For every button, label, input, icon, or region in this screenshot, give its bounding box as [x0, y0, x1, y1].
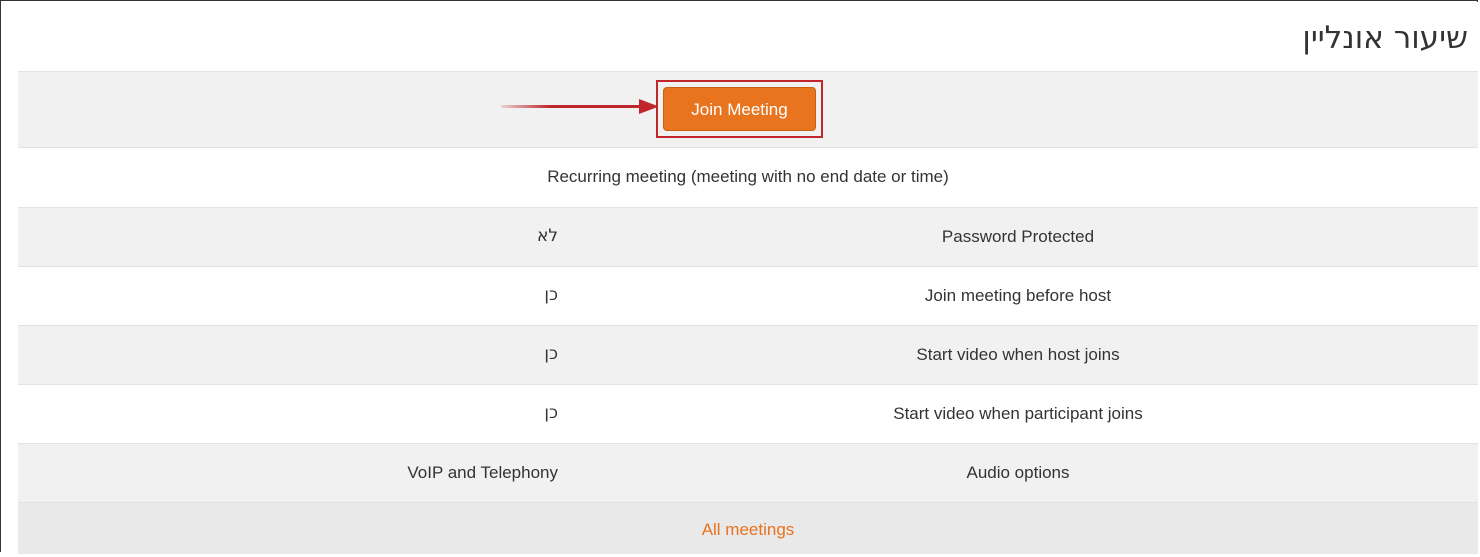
- join-meeting-button[interactable]: Join Meeting: [663, 87, 816, 131]
- setting-label: Password Protected: [941, 227, 1095, 246]
- setting-value: VoIP and Telephony: [407, 463, 558, 482]
- join-button-highlight: Join Meeting: [656, 80, 823, 138]
- setting-label: Start video when participant joins: [893, 404, 1143, 423]
- all-meetings-link[interactable]: All meetings: [702, 520, 795, 539]
- setting-label: Start video when host joins: [916, 345, 1120, 364]
- meeting-details-panel: שיעור אונליין Join Meeting Recurring mee…: [0, 0, 1478, 554]
- recurring-text: Recurring meeting (meeting with no end d…: [547, 167, 949, 186]
- setting-label: Join meeting before host: [924, 286, 1112, 305]
- join-row: Join Meeting: [18, 71, 1478, 147]
- setting-value: כן: [544, 285, 558, 305]
- setting-value: כן: [544, 403, 558, 423]
- setting-row-participant-video: כן Start video when participant joins: [18, 384, 1478, 443]
- setting-label: Audio options: [966, 463, 1070, 482]
- setting-row-host-video: כן Start video when host joins: [18, 325, 1478, 384]
- recurring-row: Recurring meeting (meeting with no end d…: [18, 147, 1478, 207]
- setting-row-audio: VoIP and Telephony Audio options: [18, 443, 1478, 502]
- footer-cell: All meetings: [18, 503, 1478, 554]
- setting-row-join-before-host: כן Join meeting before host: [18, 266, 1478, 325]
- footer-row: All meetings: [18, 502, 1478, 554]
- title-bar: שיעור אונליין: [2, 2, 1478, 72]
- setting-value: לא: [536, 226, 558, 246]
- setting-row-password: לא Password Protected: [18, 207, 1478, 266]
- page-title: שיעור אונליין: [1302, 20, 1468, 56]
- setting-value: כן: [544, 344, 558, 364]
- arrow-right-icon: [501, 99, 659, 114]
